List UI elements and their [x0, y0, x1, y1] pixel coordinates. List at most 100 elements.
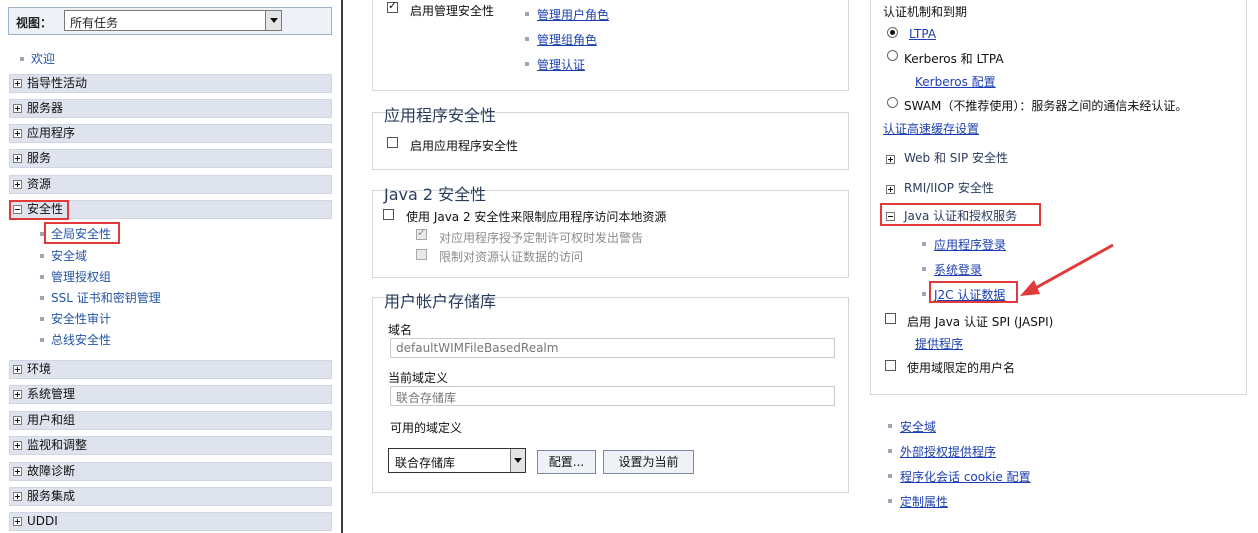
- set-current-button[interactable]: 设置为当前: [603, 450, 694, 474]
- enable-admin-security-checkbox[interactable]: [387, 0, 398, 13]
- nav-welcome-label: 欢迎: [31, 52, 56, 66]
- link-programmatic-session-cookie[interactable]: 程序化会话 cookie 配置: [900, 468, 1031, 485]
- bullet-icon: [40, 253, 44, 258]
- swam-label: SWAM（不推荐使用）：服务器之间的通信未经认证。: [904, 99, 1188, 113]
- nav-item-label: 管理授权组: [51, 270, 112, 284]
- bullet-icon: [922, 292, 926, 296]
- nav-item-label: 总线安全性: [51, 333, 112, 347]
- link-system-logins[interactable]: 系统登录: [934, 261, 982, 278]
- navigation-panel: 视图： 所有任务 欢迎 指导性活动 服务器 应用程序 服务 资源 安全性 全局安…: [0, 0, 343, 533]
- realm-qualified-username-checkbox[interactable]: [885, 360, 896, 371]
- bullet-icon: [40, 295, 44, 300]
- view-label: 视图：: [16, 16, 53, 30]
- nav-welcome[interactable]: 欢迎: [20, 50, 55, 67]
- nav-category-applications[interactable]: 应用程序: [9, 124, 332, 143]
- nav-item-label: 安全域: [51, 249, 88, 263]
- expand-icon[interactable]: [13, 104, 22, 113]
- link-auth-cache-settings[interactable]: 认证高速缓存设置: [883, 120, 979, 137]
- nav-item-admin-auth-groups[interactable]: 管理授权组: [40, 268, 111, 285]
- expand-icon[interactable]: [13, 129, 22, 138]
- nav-category-troubleshooting[interactable]: 故障诊断: [9, 462, 332, 481]
- nav-item-bus-security[interactable]: 总线安全性: [40, 331, 111, 348]
- highlight-box-jaas: [880, 203, 1041, 226]
- view-selector-row: 视图： 所有任务: [8, 7, 332, 35]
- expand-icon[interactable]: [13, 467, 22, 476]
- nav-category-guided[interactable]: 指导性活动: [9, 74, 332, 93]
- highlight-box-security: [9, 200, 69, 220]
- nav-category-label: 指导性活动: [27, 76, 88, 90]
- link-admin-authentication[interactable]: 管理认证: [537, 56, 585, 73]
- nav-category-label: 故障诊断: [27, 464, 76, 478]
- nav-category-label: 系统管理: [27, 387, 76, 401]
- restrict-auth-data-checkbox[interactable]: [416, 249, 427, 260]
- enable-jaspi-label: 启用 Java 认证 SPI (JASPI): [907, 315, 1054, 329]
- radio-swam[interactable]: [887, 97, 898, 108]
- view-select-value: 所有任务: [70, 16, 119, 30]
- nav-category-servers[interactable]: 服务器: [9, 99, 332, 118]
- expand-icon[interactable]: [13, 492, 22, 501]
- warn-custom-permission-label: 对应用程序授予定制许可权时发出警告: [439, 231, 644, 245]
- warn-custom-permission-checkbox[interactable]: [416, 226, 427, 240]
- nav-category-users-groups[interactable]: 用户和组: [9, 411, 332, 430]
- bullet-icon: [525, 62, 529, 66]
- nav-item-security-audit[interactable]: 安全性审计: [40, 310, 111, 327]
- expand-icon[interactable]: [13, 154, 22, 163]
- nav-category-monitoring[interactable]: 监视和调整: [9, 436, 332, 455]
- rmi-iiop-security-label[interactable]: RMI/IIOP 安全性: [904, 179, 994, 196]
- available-realm-value: 联合存储库: [395, 456, 456, 470]
- nav-item-ssl[interactable]: SSL 证书和密钥管理: [40, 289, 161, 306]
- bullet-icon: [20, 56, 24, 61]
- radio-ltpa[interactable]: [887, 27, 898, 38]
- expand-icon[interactable]: [13, 79, 22, 88]
- expand-icon[interactable]: [13, 441, 22, 450]
- link-custom-properties[interactable]: 定制属性: [900, 493, 948, 510]
- nav-category-uddi[interactable]: UDDI: [9, 512, 332, 531]
- link-admin-group-roles[interactable]: 管理组角色: [537, 31, 597, 48]
- link-external-auth-providers[interactable]: 外部授权提供程序: [900, 443, 996, 460]
- realm-name-field[interactable]: defaultWIMFileBasedRealm: [390, 338, 835, 358]
- bullet-icon: [40, 274, 44, 279]
- user-registry-title: 用户帐户存储库: [384, 292, 497, 311]
- link-kerberos-config[interactable]: Kerberos 配置: [915, 73, 996, 90]
- expand-icon[interactable]: [13, 180, 22, 189]
- expand-icon[interactable]: [13, 365, 22, 374]
- link-admin-user-roles[interactable]: 管理用户角色: [537, 6, 609, 23]
- bullet-icon: [525, 12, 529, 16]
- nav-category-label: 应用程序: [27, 126, 76, 140]
- view-select[interactable]: 所有任务: [64, 10, 282, 31]
- nav-category-system-admin[interactable]: 系统管理: [9, 385, 332, 404]
- enable-app-security-label: 启用应用程序安全性: [410, 139, 519, 153]
- enable-admin-security-label: 启用管理安全性: [410, 4, 495, 18]
- nav-item-security-domains[interactable]: 安全域: [40, 247, 87, 264]
- configure-button[interactable]: 配置...: [537, 450, 596, 474]
- chevron-down-icon[interactable]: [265, 11, 281, 30]
- use-java2-security-checkbox[interactable]: [383, 209, 394, 220]
- nav-category-label: 服务: [27, 151, 52, 165]
- expand-icon[interactable]: [13, 390, 22, 399]
- nav-category-label: 用户和组: [27, 413, 76, 427]
- current-realm-field[interactable]: 联合存储库: [390, 386, 835, 406]
- link-providers[interactable]: 提供程序: [915, 335, 963, 352]
- nav-category-resources[interactable]: 资源: [9, 175, 332, 194]
- nav-category-service-integration[interactable]: 服务集成: [9, 487, 332, 506]
- link-security-domains[interactable]: 安全域: [900, 418, 936, 435]
- expand-icon[interactable]: [13, 517, 22, 526]
- nav-item-label: 安全性审计: [51, 312, 112, 326]
- link-ltpa[interactable]: LTPA: [909, 27, 936, 41]
- expand-icon[interactable]: [13, 416, 22, 425]
- realm-qualified-username-label: 使用域限定的用户名: [907, 361, 1016, 375]
- chevron-down-icon[interactable]: [510, 449, 525, 472]
- available-realm-select[interactable]: 联合存储库: [388, 448, 526, 473]
- enable-app-security-checkbox[interactable]: [387, 137, 398, 148]
- bullet-icon: [922, 267, 926, 271]
- radio-kerberos[interactable]: [887, 50, 898, 61]
- nav-category-label: 服务集成: [27, 489, 76, 503]
- link-application-logins[interactable]: 应用程序登录: [934, 236, 1006, 253]
- nav-category-label: 资源: [27, 177, 52, 191]
- nav-category-services[interactable]: 服务: [9, 149, 332, 168]
- expand-icon[interactable]: [886, 185, 895, 194]
- expand-icon[interactable]: [886, 155, 895, 164]
- web-sip-security-label[interactable]: Web 和 SIP 安全性: [904, 149, 1008, 166]
- enable-jaspi-checkbox[interactable]: [885, 313, 896, 324]
- nav-category-environment[interactable]: 环境: [9, 360, 332, 379]
